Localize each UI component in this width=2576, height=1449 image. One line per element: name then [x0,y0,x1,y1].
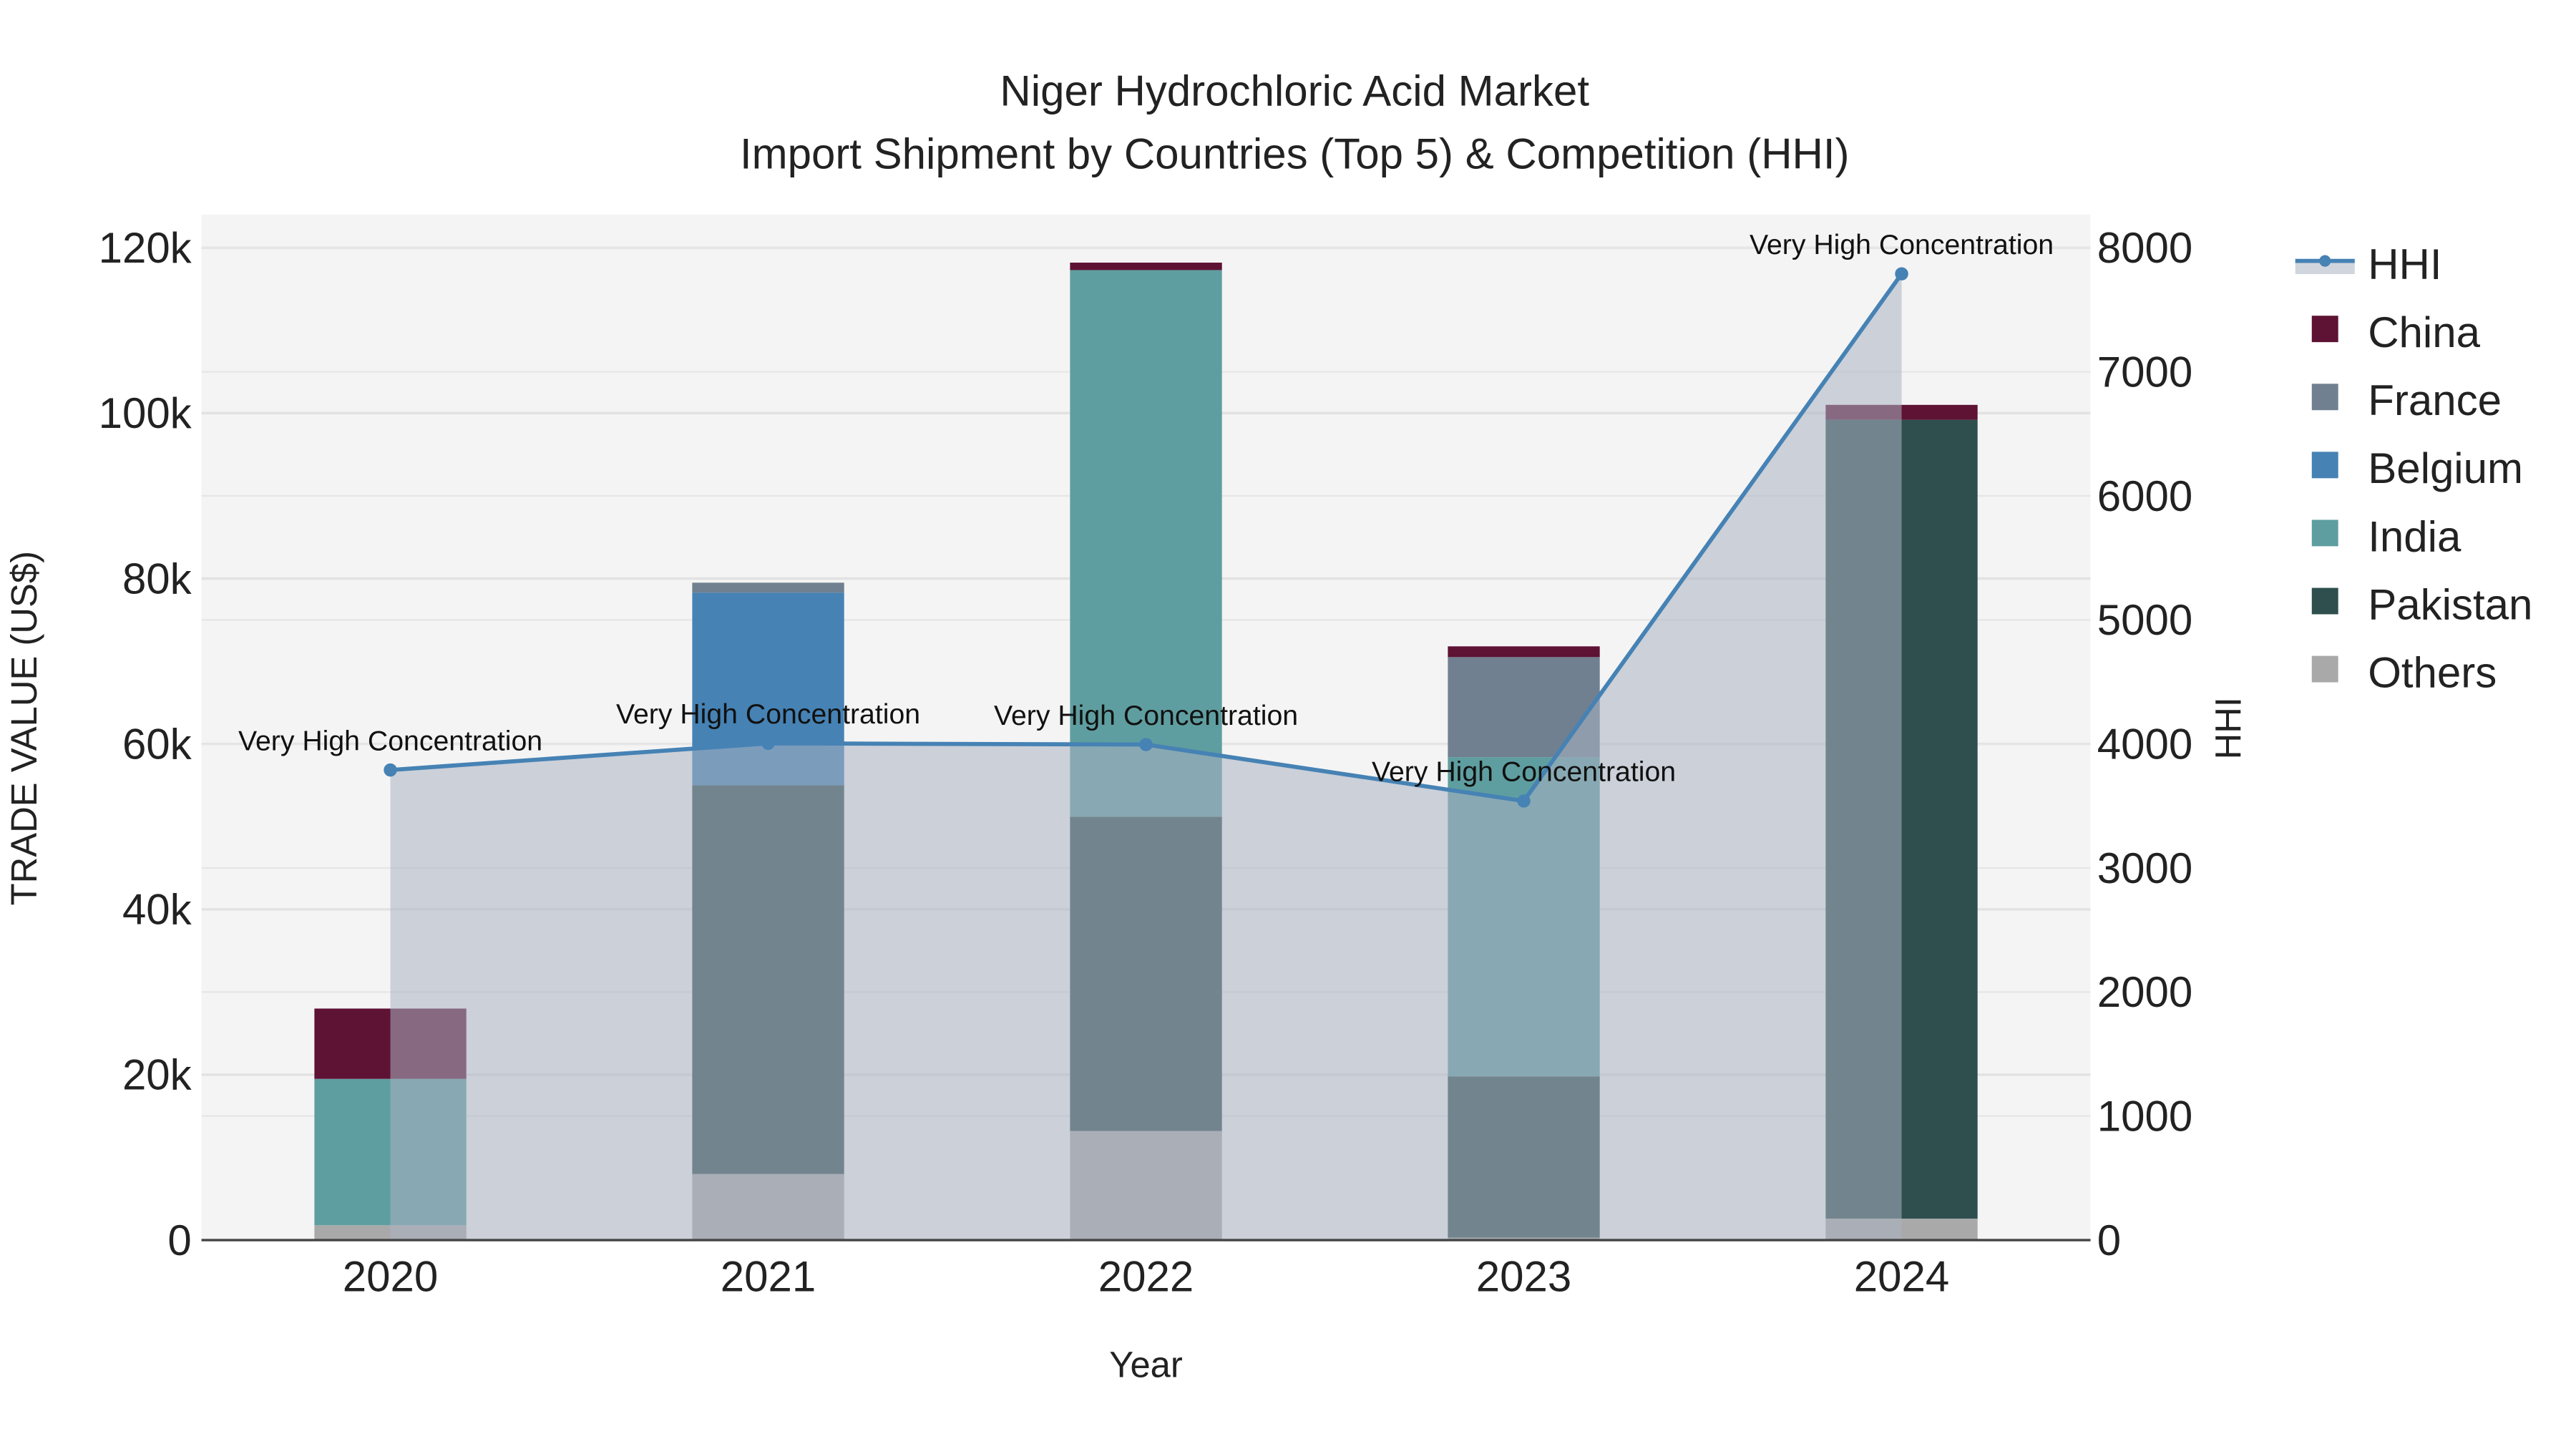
bar-china-2023 [1448,646,1600,658]
hhi-annotation: Very High Concentration [1750,229,2054,260]
legend-label-china: China [2368,308,2480,356]
legend-swatch-france [2311,384,2338,411]
y2-tick-label: 6000 [2097,472,2192,520]
y2-tick-label: 0 [2097,1216,2121,1264]
hhi-point-2021 [761,736,775,751]
chart: Very High Concentration Very High Concent… [0,0,2576,1449]
y-tick-label: 120k [99,224,192,272]
chart-subtitle: Import Shipment by Countries (Top 5) & C… [740,130,1850,177]
legend-label-france: France [2368,376,2502,424]
bar-china-2022 [1070,263,1222,270]
chart-title: Niger Hydrochloric Acid Market [1000,67,1589,115]
y-tick-label: 0 [167,1216,191,1264]
hhi-annotation: Very High Concentration [994,700,1298,731]
y-tick-label: 80k [122,555,192,602]
y2-tick-label: 7000 [2097,348,2192,396]
hhi-point-2022 [1139,738,1153,751]
x-tick-label: 2021 [721,1253,816,1301]
bar-india-2022 [1070,270,1222,817]
legend-swatch-others [2311,655,2338,683]
bar-france-2021 [692,582,844,593]
hhi-point-2024 [1895,267,1908,280]
legend-label-india: India [2368,512,2462,560]
y2-tick-label: 5000 [2097,596,2192,644]
legend-label-pakistan: Pakistan [2368,580,2532,628]
legend-label-hhi: HHI [2368,240,2441,288]
y2-tick-label: 8000 [2097,224,2192,272]
x-axis-title: Year [1109,1345,1183,1385]
legend-swatch-china [2311,316,2338,343]
y-tick-label: 60k [122,720,192,768]
legend-label-others: Others [2368,648,2497,696]
x-tick-label: 2023 [1476,1253,1571,1301]
legend-swatch-india [2311,519,2338,547]
hhi-annotation: Very High Concentration [1372,756,1676,788]
y2-tick-label: 4000 [2097,720,2192,768]
legend-swatch-pakistan [2311,587,2338,615]
y2-tick-label: 2000 [2097,968,2192,1016]
y-axis-title: TRADE VALUE (US$) [4,551,44,905]
y-tick-label: 20k [122,1051,192,1099]
hhi-annotation: Very High Concentration [238,725,542,756]
y2-tick-label: 1000 [2097,1092,2192,1140]
legend-label-belgium: Belgium [2368,444,2523,492]
hhi-point-2023 [1517,794,1531,808]
y-tick-label: 100k [99,389,192,437]
hhi-point-2020 [384,763,397,777]
x-tick-label: 2024 [1854,1253,1949,1301]
legend-swatch-belgium [2311,452,2338,479]
x-tick-label: 2020 [343,1253,438,1301]
hhi-annotation: Very High Concentration [616,698,920,730]
y-tick-label: 40k [122,886,192,934]
y2-tick-label: 3000 [2097,844,2192,892]
legend-hhi-marker [2319,255,2331,267]
y2-axis-title: HHI [2208,697,2249,759]
x-tick-label: 2022 [1098,1253,1194,1301]
